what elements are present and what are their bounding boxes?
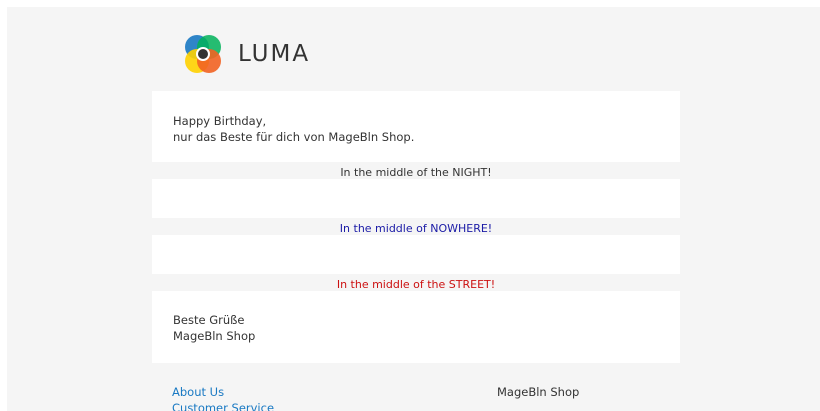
luma-logo-icon (185, 35, 221, 73)
closing-line-1: Beste Grüße (173, 313, 245, 327)
email-canvas: LUMA Happy Birthday, nur das Beste für d… (7, 7, 820, 411)
footer-link-about-us[interactable]: About Us (172, 384, 274, 400)
greeting-line-1: Happy Birthday, (173, 114, 267, 128)
banner-nowhere: In the middle of NOWHERE! (339, 222, 493, 235)
footer-link-customer-service[interactable]: Customer Service (172, 400, 274, 411)
footer-links: About Us Customer Service (172, 384, 274, 411)
empty-panel-2 (152, 235, 680, 274)
empty-panel-1 (152, 179, 680, 218)
luma-logo[interactable]: LUMA (181, 32, 310, 76)
greeting-panel: Happy Birthday, nur das Beste für dich v… (152, 91, 680, 162)
closing-message: Beste Grüße MageBln Shop (173, 312, 255, 344)
greeting-line-2: nur das Beste für dich von MageBln Shop. (173, 130, 415, 144)
closing-line-2: MageBln Shop (173, 329, 256, 343)
footer-store-name: MageBln Shop (497, 385, 580, 399)
banner-night: In the middle of the NIGHT! (340, 166, 492, 179)
logo-text: LUMA (238, 41, 311, 67)
banner-street: In the middle of the STREET! (336, 278, 496, 291)
greeting-message: Happy Birthday, nur das Beste für dich v… (173, 113, 414, 145)
closing-panel: Beste Grüße MageBln Shop (152, 291, 680, 363)
